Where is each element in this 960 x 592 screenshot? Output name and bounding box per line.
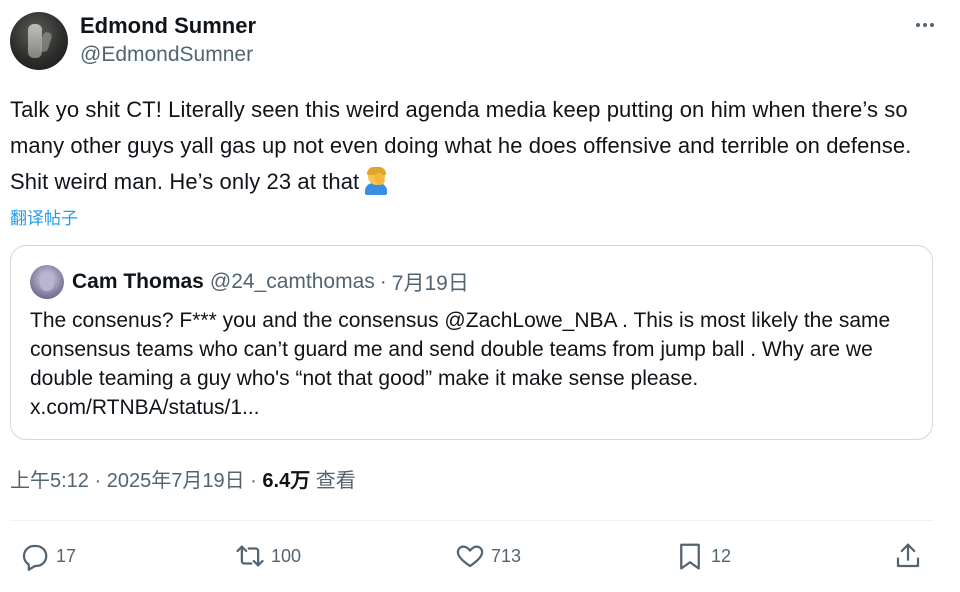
like-button[interactable]: 713 [455,536,521,576]
more-options-icon[interactable] [910,12,940,38]
retweet-button[interactable]: 100 [235,536,301,576]
author-handle[interactable]: @EdmondSumner [80,42,253,68]
quoted-author-handle: @24_camthomas [209,270,375,293]
quoted-tweet-text: The consenus? F*** you and the consensus… [30,309,891,419]
reply-count: 17 [56,545,77,566]
meta-separator-2: · [250,470,257,492]
bookmark-count: 12 [711,545,732,566]
retweet-count: 100 [271,545,302,566]
tweet-text-content: Talk yo shit CT! Literally seen this wei… [10,97,912,194]
quoted-tweet[interactable]: Cam Thomas @24_camthomas · 7月19日 The con… [10,245,933,440]
author-avatar[interactable] [10,12,68,70]
action-bar: 17 100 713 12 [20,536,925,576]
views-count: 6.4万 [262,470,311,492]
reply-button[interactable]: 17 [20,536,76,576]
translate-post-link[interactable]: 翻译帖子 [10,204,78,229]
author-display-name[interactable]: Edmond Sumner [80,12,256,40]
share-button[interactable] [893,536,923,576]
divider [10,520,933,521]
tweet-text: Talk yo shit CT! Literally seen this wei… [10,92,940,200]
post-time[interactable]: 上午5:12 [10,470,89,492]
bookmark-icon [680,543,700,570]
person-facepalming-emoji [363,167,389,195]
views-label: 查看 [315,470,356,492]
retweet-icon [236,545,264,567]
quoted-separator: · [379,270,387,293]
tweet-header: Edmond Sumner @EdmondSumner [10,10,940,72]
like-count: 713 [491,545,522,566]
quoted-author-display-name: Cam Thomas [72,270,204,293]
quoted-author-avatar [30,265,64,299]
share-icon [896,543,920,568]
reply-icon [22,544,48,571]
post-date[interactable]: 2025年7月19日 [107,470,245,492]
bookmark-button[interactable]: 12 [675,536,731,576]
heart-icon [456,545,484,568]
quoted-date: 7月19日 [391,272,469,295]
meta-separator: · [94,470,102,492]
tweet-metadata: 上午5:12 · 2025年7月19日 · 6.4万 查看 [10,466,356,496]
quoted-tweet-header: Cam Thomas @24_camthomas · 7月19日 [30,265,910,299]
